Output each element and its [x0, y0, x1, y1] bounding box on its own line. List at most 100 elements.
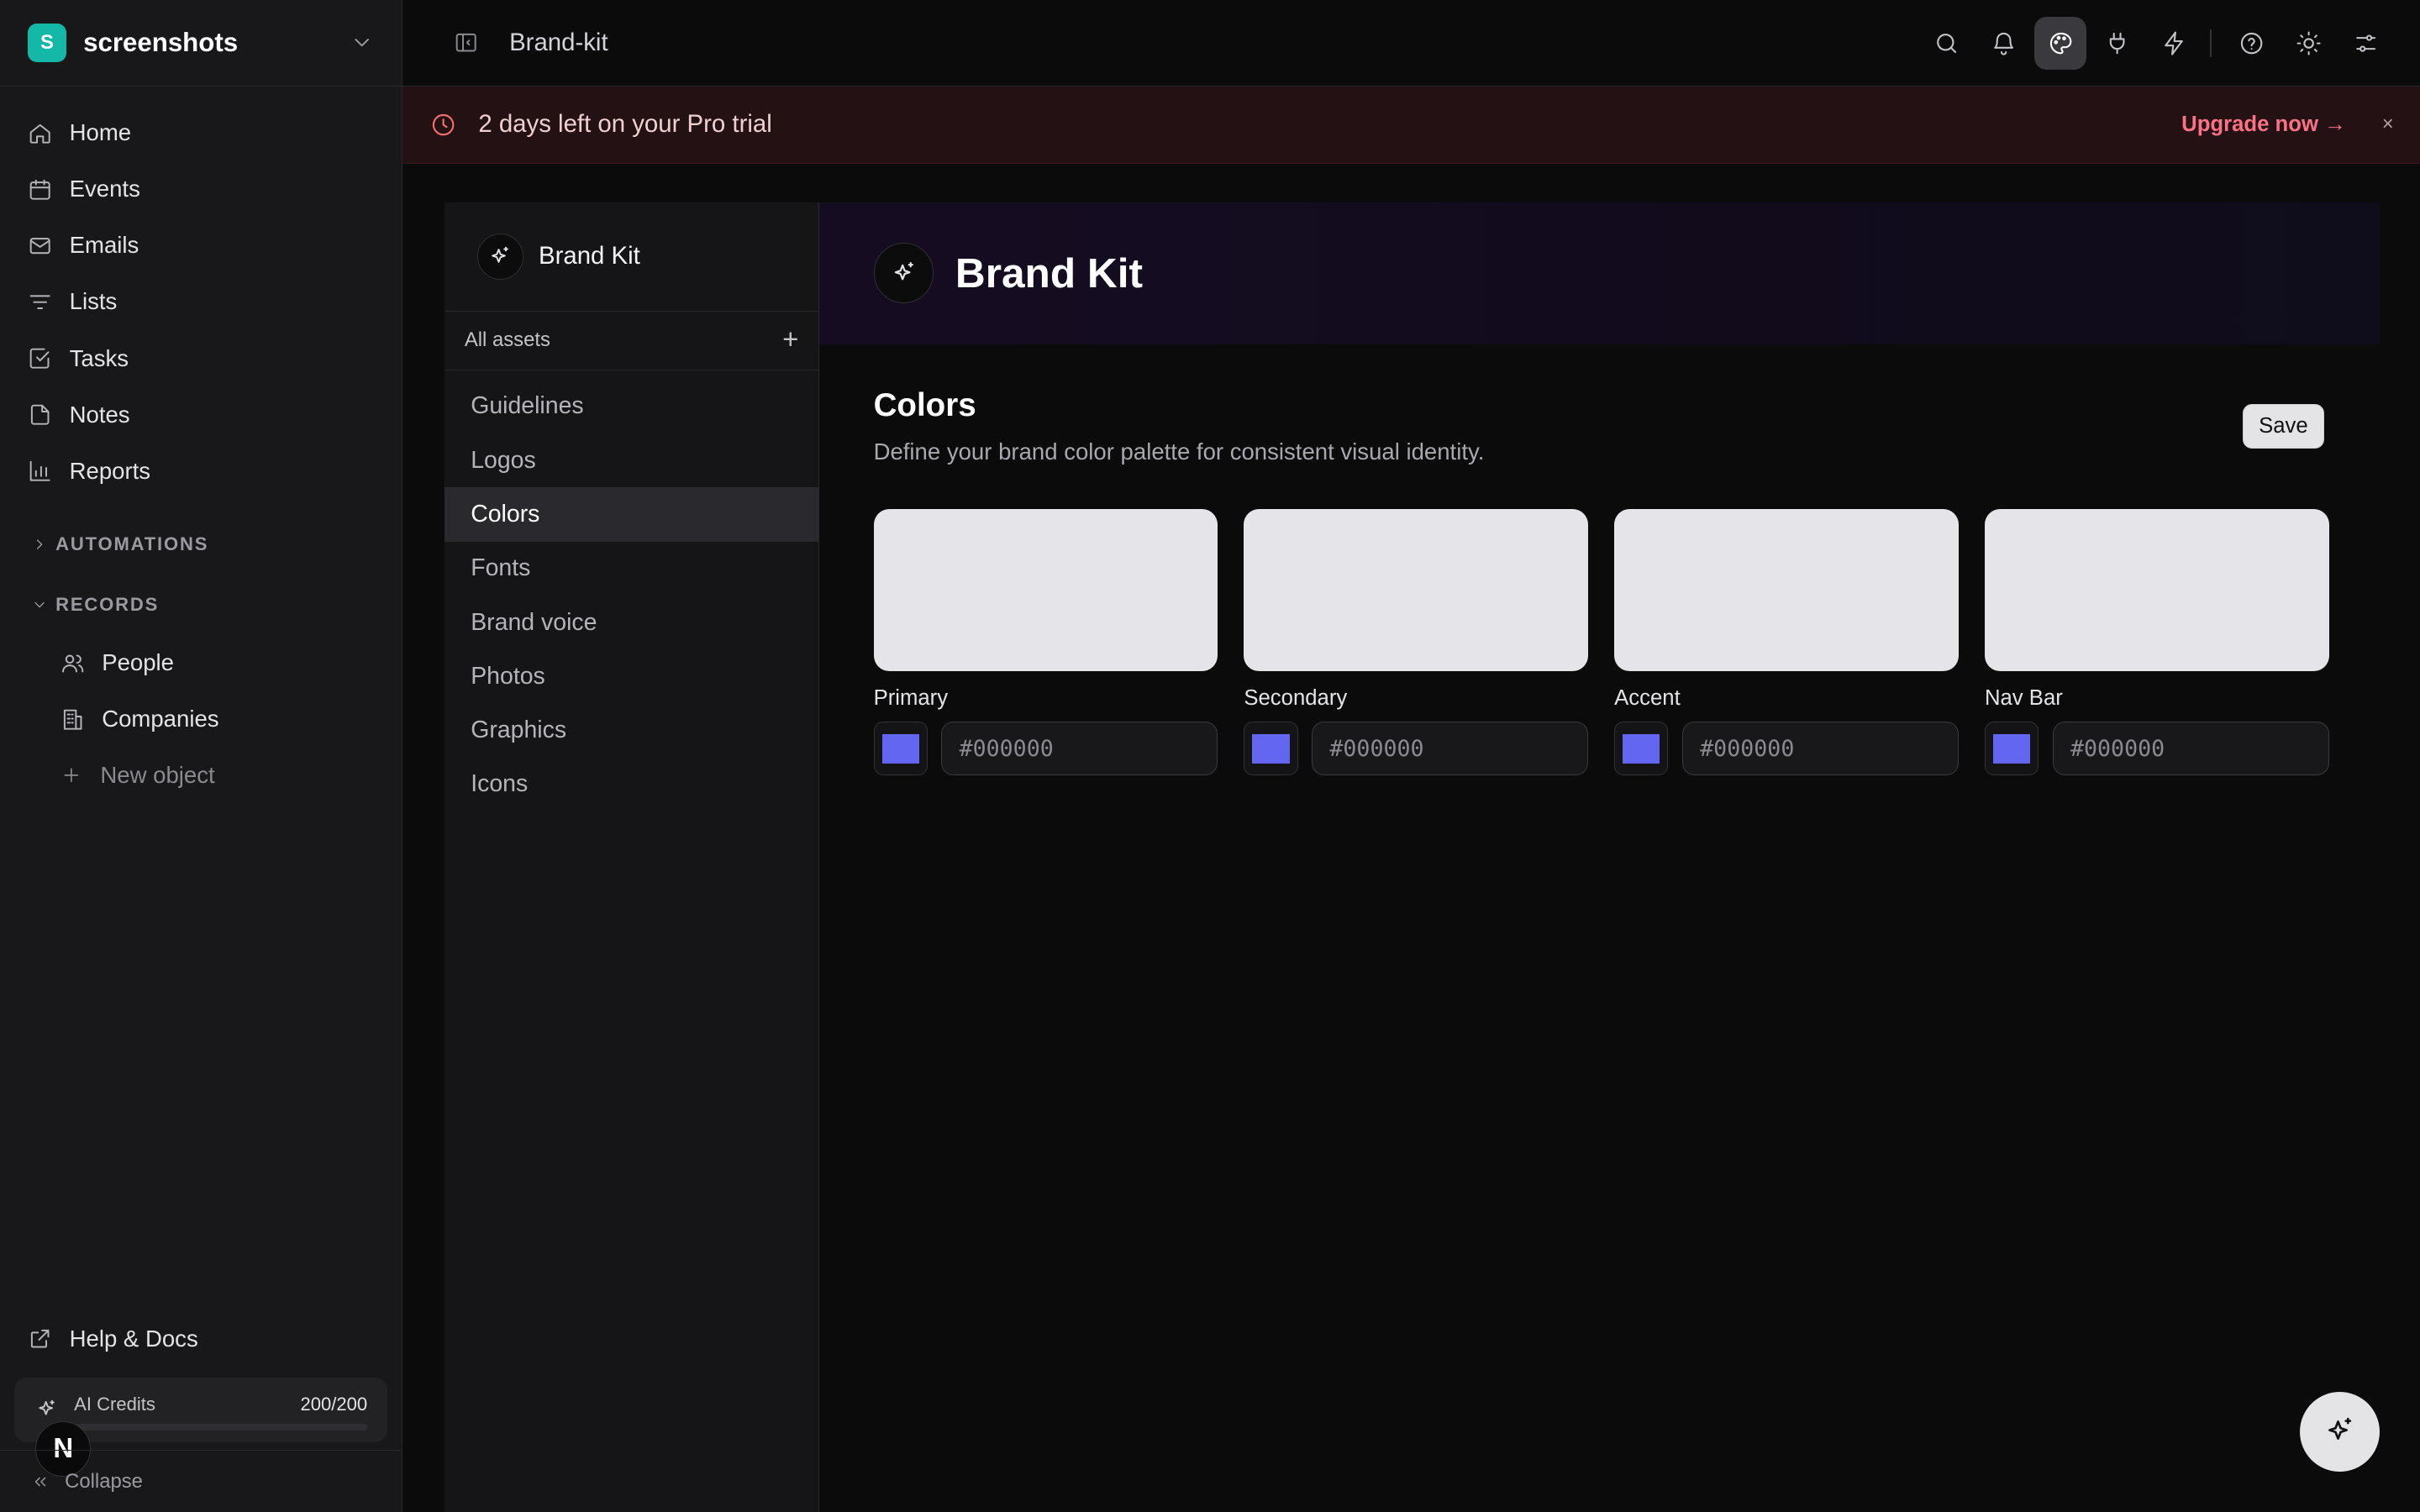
chevron-down-icon — [350, 30, 374, 55]
help-docs-link[interactable]: Help & Docs — [28, 1326, 198, 1352]
bell-icon[interactable] — [1977, 17, 2029, 69]
color-preview[interactable] — [1614, 509, 1959, 671]
page-hero: Brand Kit — [819, 202, 2381, 344]
color-swatch-secondary: Secondary #000000 — [1244, 509, 1588, 776]
section-label: AUTOMATIONS — [55, 533, 209, 555]
main-nav: Home Events Emails Lists Tasks Notes Rep… — [0, 87, 402, 499]
nav-item-tasks[interactable]: Tasks — [0, 330, 402, 386]
nav-item-label: Lists — [69, 288, 118, 315]
color-label: Accent — [1614, 686, 1681, 711]
color-picker[interactable] — [1984, 722, 2039, 776]
new-object-label: New object — [100, 762, 215, 789]
lightning-icon[interactable] — [2149, 17, 2201, 69]
chevron-down-icon — [31, 596, 55, 613]
chevron-right-icon — [31, 536, 55, 553]
hex-input[interactable]: #000000 — [941, 722, 1218, 776]
section-records[interactable]: RECORDS — [0, 575, 402, 635]
section-title: Colors — [873, 386, 976, 423]
search-icon[interactable] — [1920, 17, 1972, 69]
asset-item-graphics[interactable]: Graphics — [445, 703, 818, 757]
nav-item-label: Notes — [69, 401, 130, 428]
nav-item-reports[interactable]: Reports — [0, 443, 402, 499]
section-automations[interactable]: AUTOMATIONS — [0, 514, 402, 575]
mail-icon — [28, 234, 70, 258]
nav-item-emails[interactable]: Emails — [0, 218, 402, 274]
nav-item-label: Reports — [69, 457, 151, 484]
color-picker[interactable] — [873, 722, 928, 776]
asset-list: Guidelines Logos Colors Fonts Brand voice Pho… — [444, 370, 819, 811]
hex-input[interactable]: #000000 — [1681, 722, 1959, 776]
main-content: Brand Kit Colors Define your brand color… — [819, 202, 2381, 1512]
sparkles-icon — [873, 243, 934, 303]
color-chip — [1993, 733, 2031, 764]
workspace-switcher[interactable]: S screenshots — [0, 0, 402, 87]
color-picker[interactable] — [1614, 722, 1669, 776]
close-icon[interactable]: × — [2382, 113, 2394, 136]
sun-icon[interactable] — [2283, 17, 2335, 69]
assets-panel-title: Brand Kit — [538, 242, 640, 270]
bar-chart-icon — [28, 459, 70, 483]
check-square-icon — [28, 346, 70, 370]
color-swatch-primary: Primary #000000 — [873, 509, 1218, 776]
upgrade-now-link[interactable]: Upgrade now → — [2181, 113, 2346, 137]
help-circle-icon[interactable] — [2226, 17, 2278, 69]
section-description: Define your brand color palette for cons… — [873, 438, 1485, 465]
nav-item-notes[interactable]: Notes — [0, 386, 402, 443]
asset-item-brand-voice[interactable]: Brand voice — [445, 596, 818, 649]
trial-banner: 2 days left on your Pro trial Upgrade no… — [402, 86, 2420, 164]
asset-item-guidelines[interactable]: Guidelines — [445, 380, 818, 433]
breadcrumb: Brand-kit — [509, 28, 608, 56]
asset-item-photos[interactable]: Photos — [445, 649, 818, 703]
ai-assistant-button[interactable] — [2299, 1391, 2381, 1473]
list-filter-icon — [28, 290, 70, 314]
nav-item-label: Home — [69, 119, 132, 146]
records-item-companies[interactable]: Companies — [0, 691, 402, 748]
hex-input[interactable]: #000000 — [1312, 722, 1588, 776]
sidebar-toggle-icon[interactable] — [454, 30, 478, 55]
nav-item-lists[interactable]: Lists — [0, 274, 402, 330]
building-icon — [60, 707, 103, 732]
color-picker[interactable] — [1244, 722, 1298, 776]
sliders-icon[interactable] — [2339, 17, 2391, 69]
asset-item-colors[interactable]: Colors — [444, 487, 819, 542]
records-item-people[interactable]: People — [0, 635, 402, 691]
asset-item-fonts[interactable]: Fonts — [445, 542, 818, 596]
color-chip — [1623, 733, 1660, 764]
color-input-row: #000000 — [1244, 722, 1588, 776]
color-label: Primary — [873, 686, 949, 711]
color-preview[interactable] — [1244, 509, 1588, 671]
credits-label: AI Credits — [74, 1393, 155, 1415]
save-button[interactable]: Save — [2242, 404, 2325, 449]
page-title: Brand Kit — [955, 249, 1143, 297]
records-item-label: Companies — [102, 706, 219, 732]
color-label: Secondary — [1244, 686, 1348, 711]
color-chip — [1252, 733, 1290, 764]
hex-input[interactable]: #000000 — [2052, 722, 2329, 776]
asset-item-logos[interactable]: Logos — [445, 433, 818, 487]
palette-icon[interactable] — [2033, 17, 2087, 70]
color-input-row: #000000 — [1984, 722, 2329, 776]
color-preview[interactable] — [873, 509, 1218, 671]
color-chip — [881, 733, 919, 764]
asset-item-icons[interactable]: Icons — [445, 758, 818, 811]
records-item-label: People — [102, 649, 174, 676]
trial-banner-text: 2 days left on your Pro trial — [478, 110, 772, 139]
new-object-button[interactable]: New object — [0, 748, 402, 804]
plug-icon[interactable] — [2091, 17, 2144, 69]
clock-icon — [402, 112, 456, 138]
color-label: Nav Bar — [1984, 686, 2063, 711]
workspace-avatar: S — [28, 23, 66, 62]
collapse-label: Collapse — [65, 1469, 143, 1493]
workspace-name: screenshots — [83, 27, 239, 57]
color-preview[interactable] — [1984, 509, 2329, 671]
add-asset-button[interactable]: + — [782, 324, 798, 356]
plus-icon — [60, 764, 101, 786]
nav-item-home[interactable]: Home — [0, 105, 402, 161]
color-input-row: #000000 — [873, 722, 1218, 776]
sparkles-icon — [2323, 1415, 2356, 1448]
collapse-button[interactable]: Collapse — [0, 1450, 403, 1511]
color-input-row: #000000 — [1614, 722, 1959, 776]
nav-item-events[interactable]: Events — [0, 161, 402, 218]
file-icon — [28, 402, 70, 427]
top-bar: Brand-kit — [402, 0, 2420, 87]
